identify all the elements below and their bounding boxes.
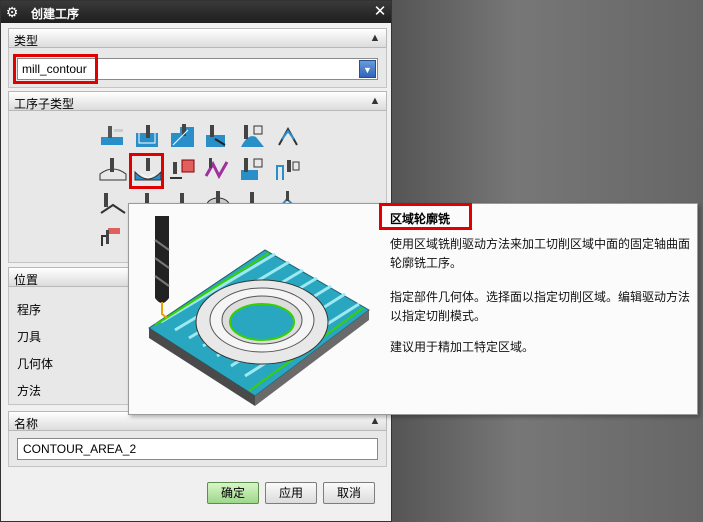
surface-area-icon[interactable] <box>168 156 198 184</box>
location-section-label: 位置 <box>14 273 39 287</box>
corner-rough-icon[interactable] <box>168 123 198 151</box>
geometry-label: 几何体 <box>17 357 54 371</box>
subtype-section-label: 工序子类型 <box>14 97 75 111</box>
chevron-up-icon[interactable]: ▲ <box>367 413 383 429</box>
program-label: 程序 <box>17 303 42 317</box>
tooltip-line-3: 指定部件几何体。选择面以指定切削区域。编辑驱动方法 <box>390 290 691 304</box>
cancel-button[interactable]: 取消 <box>323 482 375 504</box>
streamline-icon[interactable] <box>203 156 233 184</box>
type-section-label: 类型 <box>14 34 39 48</box>
fixed-contour-icon[interactable] <box>98 156 128 184</box>
dropdown-arrow-icon[interactable]: ▼ <box>359 60 376 78</box>
chevron-up-icon[interactable]: ▲ <box>367 30 383 46</box>
flowcut-multiple-icon[interactable] <box>98 189 128 217</box>
title-bar[interactable]: ⚙ 创建工序 ✕ <box>1 1 391 23</box>
cavity-mill-icon[interactable] <box>133 123 163 151</box>
tooltip-title-highlight-box <box>379 203 472 230</box>
gear-icon[interactable]: ⚙ <box>4 4 20 20</box>
tooltip-line-5: 建议用于精加工特定区域。 <box>390 340 535 354</box>
subtype-highlight-box <box>129 153 164 189</box>
flowcut-single-icon[interactable] <box>273 156 303 184</box>
name-input-value: CONTOUR_AREA_2 <box>23 442 137 456</box>
zlevel-corner-icon[interactable] <box>273 123 303 151</box>
subtype-section-header[interactable]: 工序子类型 ▲ <box>8 91 387 111</box>
close-icon[interactable]: ✕ <box>371 3 389 21</box>
name-input[interactable]: CONTOUR_AREA_2 <box>17 438 378 460</box>
contour-area-illustration <box>148 216 370 406</box>
mill-user-icon[interactable] <box>98 222 128 250</box>
dialog-title: 创建工序 <box>31 7 80 21</box>
name-section-label: 名称 <box>14 417 39 431</box>
tooltip-line-2: 轮廓铣工序。 <box>390 256 463 270</box>
type-section-header[interactable]: 类型 ▲ <box>8 28 387 48</box>
type-highlight-box <box>13 54 98 84</box>
method-label: 方法 <box>17 384 42 398</box>
tool-label: 刀具 <box>17 330 42 344</box>
tooltip-line-1: 使用区域铣削驱动方法来加工切削区域中面的固定轴曲面 <box>390 237 691 251</box>
subtype-tooltip: 区域轮廓铣 使用区域铣削驱动方法来加工切削区域中面的固定轴曲面 轮廓铣工序。 指… <box>128 203 698 415</box>
chevron-up-icon[interactable]: ▲ <box>367 93 383 109</box>
zlevel-profile-icon[interactable] <box>238 123 268 151</box>
rest-mill-icon[interactable] <box>203 123 233 151</box>
contour-text-icon[interactable] <box>238 156 268 184</box>
floor-wall-icon[interactable] <box>98 123 128 151</box>
apply-button[interactable]: 应用 <box>265 482 317 504</box>
tooltip-line-4: 以指定切削模式。 <box>390 309 487 323</box>
ok-button[interactable]: 确定 <box>207 482 259 504</box>
